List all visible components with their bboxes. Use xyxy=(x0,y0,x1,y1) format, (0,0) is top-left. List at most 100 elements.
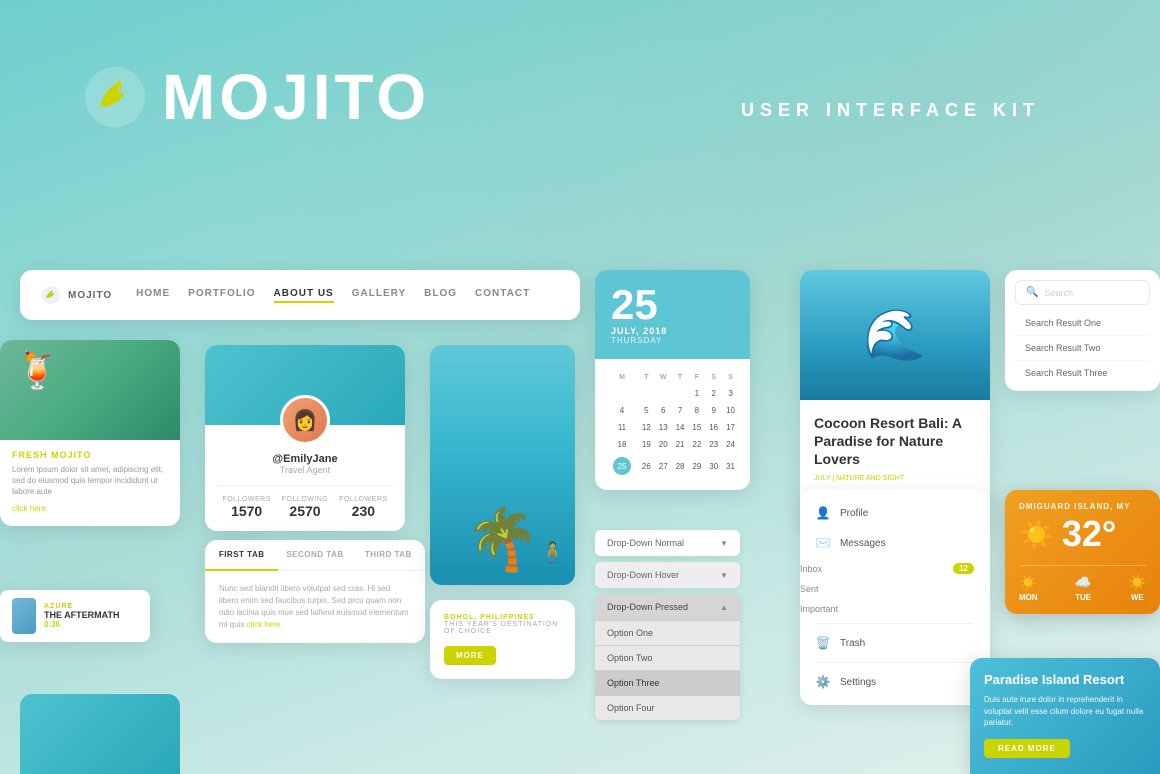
cal-week-3: 11121314 151617 xyxy=(607,420,738,435)
destination-subtitle: THIS YEAR'S DESTINATION OF CHOICE xyxy=(444,621,561,635)
cal-week-4: 18192021 222324 xyxy=(607,437,738,452)
cal-col-f: F xyxy=(689,371,704,384)
tabs-link[interactable]: click here. xyxy=(247,620,283,629)
dropdown-pressed-header[interactable]: Drop-Down Pressed ▲ xyxy=(595,594,740,620)
weather-day-tue: ☁️ TUE xyxy=(1074,574,1091,602)
ui-area: MOJITO HOME PORTFOLIO ABOUT US GALLERY B… xyxy=(0,260,1160,774)
destination-card: BOHOL, PHILIPPINES THIS YEAR'S DESTINATI… xyxy=(430,600,575,679)
menu-divider xyxy=(816,623,974,624)
search-input-wrapper: 🔍 Search xyxy=(1015,280,1150,305)
cal-week-2: 4567 8910 xyxy=(607,403,738,418)
paradise-title: Paradise Island Resort xyxy=(984,672,1146,689)
gear-icon: ⚙️ xyxy=(816,675,830,689)
profile-header: 👩 xyxy=(205,345,405,425)
menu-messages[interactable]: ✉️ Messages xyxy=(800,528,990,558)
nav-home[interactable]: HOME xyxy=(136,288,170,303)
nav-links: HOME PORTFOLIO ABOUT US GALLERY BLOG CON… xyxy=(136,288,560,303)
menu-inbox[interactable]: Inbox 12 xyxy=(800,558,990,579)
destination-location: BOHOL, PHILIPPINES xyxy=(444,614,561,621)
dropdown-option-3[interactable]: Option Three xyxy=(595,670,740,695)
resort-image: 🌊 xyxy=(800,270,990,400)
azure-tag: AZURE xyxy=(44,603,138,610)
resort-date: JULY | NATURE AND SIGHT xyxy=(814,475,976,482)
profile-role: Travel Agent xyxy=(217,465,393,475)
cal-col-su: S xyxy=(723,371,738,384)
search-result-3[interactable]: Search Result Three xyxy=(1015,361,1150,385)
nav-blog[interactable]: BLOG xyxy=(424,288,457,303)
menu-settings[interactable]: ⚙️ Settings xyxy=(800,667,990,697)
nav-about[interactable]: ABOUT US xyxy=(274,288,334,303)
nav-gallery[interactable]: GALLERY xyxy=(352,288,406,303)
calendar-card: 25 JULY, 2018 THURSDAY M T W T F S S xyxy=(595,270,750,490)
search-result-1[interactable]: Search Result One xyxy=(1015,311,1150,336)
dropdown-hover-label: Drop-Down Hover xyxy=(607,570,679,580)
nav-contact[interactable]: CONTACT xyxy=(475,288,530,303)
profile-handle: @EmilyJane xyxy=(217,453,393,465)
palm-visual: 🌴 xyxy=(465,504,540,575)
azure-info: AZURE THE AFTERMATH 0:36 xyxy=(44,603,138,629)
wed-icon: ☀️ xyxy=(1129,574,1146,591)
stat-following-label: Following xyxy=(282,496,329,503)
azure-card: AZURE THE AFTERMATH 0:36 xyxy=(0,590,150,642)
nav-logo: MOJITO xyxy=(40,284,112,306)
person-visual: 🧍 xyxy=(540,540,565,565)
mojito-emoji: 🍹 xyxy=(15,350,60,392)
menu-trash[interactable]: 🗑️ Trash xyxy=(800,628,990,658)
menu-inbox-label: Inbox xyxy=(800,564,822,574)
calendar-today[interactable]: 25 xyxy=(613,457,631,475)
mon-icon: ☀️ xyxy=(1019,574,1038,591)
dropdown-section: Drop-Down Normal ▼ Drop-Down Hover ▼ Dro… xyxy=(595,530,740,720)
wed-label: WE xyxy=(1131,593,1144,602)
blog-link[interactable]: click here. xyxy=(12,504,48,513)
nav-logo-icon xyxy=(40,284,62,306)
tabs-content: Nunc sed blandit libero volutpat sed cra… xyxy=(219,583,411,631)
chevron-down-icon: ▼ xyxy=(720,539,728,548)
blog-card-image: 🍹 xyxy=(0,340,180,440)
menu-settings-label: Settings xyxy=(840,677,974,688)
paradise-card: Paradise Island Resort Duis aute irure d… xyxy=(970,658,1160,774)
mojito-logo-icon xyxy=(80,62,150,132)
dropdown-hover[interactable]: Drop-Down Hover ▼ xyxy=(595,562,740,588)
tue-icon: ☁️ xyxy=(1074,574,1091,591)
menu-profile[interactable]: 👤 Profile xyxy=(800,498,990,528)
calendar-header: 25 JULY, 2018 THURSDAY xyxy=(595,270,750,359)
calendar-grid: M T W T F S S 123 4567 xyxy=(605,369,740,480)
cal-col-t: T xyxy=(639,371,654,384)
stat-followers2: Followers 230 xyxy=(339,496,387,519)
tab-first[interactable]: FIRST TAB xyxy=(205,540,278,571)
tab-third[interactable]: THIRD TAB xyxy=(352,540,425,570)
weather-forecast: ☀️ MON ☁️ TUE ☀️ WE xyxy=(1019,565,1146,602)
gallery-card: 🌴 🧍 xyxy=(430,345,575,585)
chevron-down-icon-2: ▼ xyxy=(720,571,728,580)
dropdown-normal[interactable]: Drop-Down Normal ▼ xyxy=(595,530,740,556)
paradise-read-more-button[interactable]: READ MORE xyxy=(984,739,1070,758)
weather-day-mon: ☀️ MON xyxy=(1019,574,1038,602)
sun-icon: ☀️ xyxy=(1019,518,1054,551)
calendar-day: 25 xyxy=(611,284,734,326)
blog-card-body: FRESH MOJITO Lorem ipsum dolor sit amet,… xyxy=(0,440,180,526)
stat-following: Following 2570 xyxy=(282,496,329,519)
dropdown-pressed-label: Drop-Down Pressed xyxy=(607,602,688,612)
tabs-card: FIRST TAB SECOND TAB THIRD TAB Nunc sed … xyxy=(205,540,425,643)
stat-followers2-label: Followers xyxy=(339,496,387,503)
dropdown-option-2[interactable]: Option Two xyxy=(595,645,740,670)
destination-more-button[interactable]: MORE xyxy=(444,646,496,665)
calendar-month: JULY, 2018 xyxy=(611,326,734,336)
menu-trash-label: Trash xyxy=(840,638,974,649)
tab-second[interactable]: SECOND TAB xyxy=(278,540,351,570)
azure-title: THE AFTERMATH xyxy=(44,610,138,620)
weather-temperature: 32° xyxy=(1062,513,1116,555)
menu-sent[interactable]: Sent xyxy=(800,579,990,599)
menu-important[interactable]: Important xyxy=(800,599,990,619)
calendar-weekday: THURSDAY xyxy=(611,336,734,345)
search-result-2[interactable]: Search Result Two xyxy=(1015,336,1150,361)
brand-name: MOJITO xyxy=(162,60,430,134)
nav-portfolio[interactable]: PORTFOLIO xyxy=(188,288,255,303)
profile-card: 👩 @EmilyJane Travel Agent Followers 1570… xyxy=(205,345,405,531)
dropdown-option-1[interactable]: Option One xyxy=(595,620,740,645)
cal-week-5: 25 262728 293031 xyxy=(607,454,738,478)
dropdown-option-4[interactable]: Option Four xyxy=(595,695,740,720)
dropdown-pressed: Drop-Down Pressed ▲ Option One Option Tw… xyxy=(595,594,740,720)
weather-temp-row: ☀️ 32° xyxy=(1019,513,1146,555)
resort-title: Cocoon Resort Bali: A Paradise for Natur… xyxy=(814,414,976,469)
